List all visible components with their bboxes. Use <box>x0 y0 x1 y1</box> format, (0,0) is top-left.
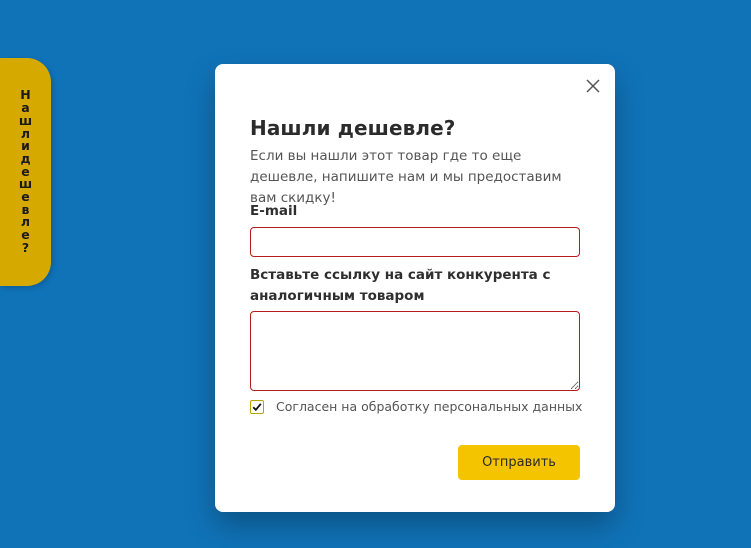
find-cheaper-side-tab[interactable]: На ш л и д е ш е в л е? <box>0 58 51 286</box>
close-icon <box>586 79 600 93</box>
consent-row[interactable]: Согласен на обработку персональных данны… <box>250 399 582 414</box>
email-label: E-mail <box>250 203 298 219</box>
competitor-link-field[interactable] <box>250 311 580 391</box>
consent-checkbox[interactable] <box>250 399 264 414</box>
close-button[interactable] <box>585 78 601 94</box>
modal-subtitle: Если вы нашли этот товар где то еще деше… <box>250 148 562 206</box>
side-tab-label: На ш л и д е ш е в л е? <box>18 87 33 255</box>
find-cheaper-modal: Нашли дешевле? Если вы нашли этот товар … <box>215 64 615 512</box>
checkmark-icon <box>252 402 262 411</box>
competitor-link-label: Вставьте ссылку на сайт конкурента с ана… <box>250 267 551 304</box>
consent-label: Согласен на обработку персональных данны… <box>276 399 583 414</box>
email-field[interactable] <box>250 227 580 257</box>
submit-button[interactable]: Отправить <box>458 445 580 480</box>
modal-title: Нашли дешевле? <box>250 116 456 140</box>
